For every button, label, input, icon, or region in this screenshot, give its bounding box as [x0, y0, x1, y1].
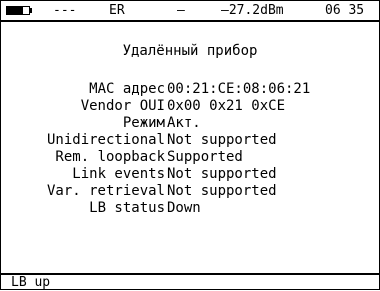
field-key-lb-status: LB status: [89, 200, 165, 216]
status-dashes: ---: [53, 3, 77, 18]
status-separator: –: [177, 3, 185, 18]
page-title: Удалённый прибор: [122, 43, 258, 59]
field-key-mac: MAC адрес: [89, 81, 165, 97]
battery-icon: [6, 6, 30, 15]
field-row-rem-loopback: Rem. loopback Supported: [1, 149, 379, 166]
field-row-mode: Режим Акт.: [1, 115, 379, 132]
softkey-bar: LB up: [1, 273, 379, 291]
status-time: 06 35: [325, 3, 365, 18]
status-mode: ER: [109, 3, 125, 18]
status-level: –27.2dBm: [221, 3, 284, 18]
field-key-vendor-oui: Vendor OUI: [80, 98, 165, 114]
field-row-vendor-oui: Vendor OUI 0x00 0x21 0xCE: [1, 98, 379, 115]
field-key-mode: Режим: [122, 115, 165, 131]
device-screen: --- ER – –27.2dBm 06 35 Удалённый прибор…: [0, 0, 380, 290]
field-key-unidirectional: Unidirectional: [46, 132, 165, 148]
field-value-mode: Акт.: [167, 115, 201, 131]
status-bar: --- ER – –27.2dBm 06 35: [1, 1, 379, 22]
field-value-unidirectional: Not supported: [167, 132, 277, 148]
field-row-lb-status: LB status Down: [1, 200, 379, 217]
lb-up-softkey[interactable]: LB up: [11, 275, 50, 291]
battery-fill: [7, 7, 23, 14]
field-value-var-retrieval: Not supported: [167, 183, 277, 199]
battery-tip: [30, 8, 32, 13]
field-key-var-retrieval: Var. retrieval: [46, 183, 165, 199]
field-value-link-events: Not supported: [167, 166, 277, 182]
field-row-mac: MAC адрес 00:21:CE:08:06:21: [1, 81, 379, 98]
field-row-var-retrieval: Var. retrieval Not supported: [1, 183, 379, 200]
field-list: MAC адрес 00:21:CE:08:06:21 Vendor OUI 0…: [1, 81, 379, 217]
field-value-vendor-oui: 0x00 0x21 0xCE: [167, 98, 286, 114]
field-key-rem-loopback: Rem. loopback: [55, 149, 165, 165]
field-row-link-events: Link events Not supported: [1, 166, 379, 183]
field-value-rem-loopback: Supported: [167, 149, 243, 165]
field-value-lb-status: Down: [167, 200, 201, 216]
field-value-mac: 00:21:CE:08:06:21: [167, 81, 311, 97]
field-row-unidirectional: Unidirectional Not supported: [1, 132, 379, 149]
field-key-link-events: Link events: [72, 166, 165, 182]
